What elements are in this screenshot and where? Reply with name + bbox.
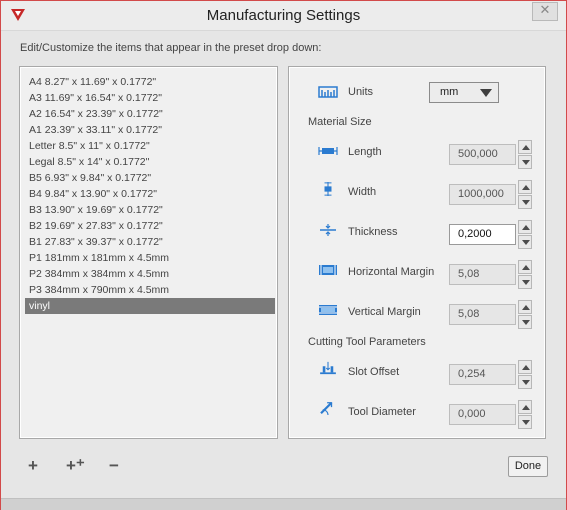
length-stepper[interactable] xyxy=(518,140,532,169)
preset-list-item[interactable]: A2 16.54" x 23.39" x 0.1772" xyxy=(25,106,275,122)
vertical-margin-increment-button[interactable] xyxy=(518,300,532,314)
settings-panel: Units mm Material Size Length 500,000 Wi… xyxy=(288,66,546,439)
manufacturing-settings-window: Manufacturing Settings ✕ Edit/Customize … xyxy=(0,0,567,510)
preset-list-item[interactable]: P2 384mm x 384mm x 4.5mm xyxy=(25,266,275,282)
units-dropdown[interactable]: mm xyxy=(429,82,499,103)
cutting-tool-header: Cutting Tool Parameters xyxy=(308,336,426,348)
preset-list-item[interactable]: A1 23.39" x 33.11" x 0.1772" xyxy=(25,122,275,138)
ruler-icon xyxy=(318,86,338,98)
length-increment-button[interactable] xyxy=(518,140,532,154)
vertical-margin-label: Vertical Margin xyxy=(348,306,421,318)
close-button[interactable]: ✕ xyxy=(532,2,558,21)
width-input[interactable]: 1000,000 xyxy=(449,184,516,205)
preset-list-item[interactable]: B2 19.69" x 27.83" x 0.1772" xyxy=(25,218,275,234)
vertical-margin-stepper[interactable] xyxy=(518,300,532,329)
vertical-margin-icon xyxy=(319,305,337,315)
preset-list-item[interactable]: A4 8.27" x 11.69" x 0.1772" xyxy=(25,74,275,90)
width-stepper[interactable] xyxy=(518,180,532,209)
tool-diameter-decrement-button[interactable] xyxy=(518,415,532,429)
thickness-decrement-button[interactable] xyxy=(518,235,532,249)
done-button[interactable]: Done xyxy=(508,456,548,477)
units-label: Units xyxy=(348,86,374,98)
thickness-input[interactable]: 0,2000 xyxy=(449,224,516,245)
preset-list-item[interactable]: Letter 8.5" x 11" x 0.1772" xyxy=(25,138,275,154)
title-bar[interactable]: Manufacturing Settings ✕ xyxy=(1,1,566,31)
material-size-header: Material Size xyxy=(308,116,372,128)
preset-list-panel: A4 8.27" x 11.69" x 0.1772" A3 11.69" x 1… xyxy=(19,66,278,439)
remove-preset-button[interactable]: − xyxy=(109,457,119,475)
width-icon xyxy=(324,182,332,196)
status-strip xyxy=(1,498,566,510)
instructions-text: Edit/Customize the items that appear in … xyxy=(20,42,322,54)
horizontal-margin-input[interactable]: 5,08 xyxy=(449,264,516,285)
horizontal-margin-icon xyxy=(319,265,337,275)
horizontal-margin-increment-button[interactable] xyxy=(518,260,532,274)
preset-list-item[interactable]: B5 6.93" x 9.84" x 0.1772" xyxy=(25,170,275,186)
vertical-margin-input[interactable]: 5,08 xyxy=(449,304,516,325)
slot-offset-increment-button[interactable] xyxy=(518,360,532,374)
vertical-margin-decrement-button[interactable] xyxy=(518,315,532,329)
preset-list-item[interactable]: B1 27.83" x 39.37" x 0.1772" xyxy=(25,234,275,250)
preset-list-item[interactable]: P3 384mm x 790mm x 4.5mm xyxy=(25,282,275,298)
preset-list: A4 8.27" x 11.69" x 0.1772" A3 11.69" x 1… xyxy=(25,74,275,314)
slot-offset-input[interactable]: 0,254 xyxy=(449,364,516,385)
slot-offset-stepper[interactable] xyxy=(518,360,532,389)
thickness-increment-button[interactable] xyxy=(518,220,532,234)
thickness-stepper[interactable] xyxy=(518,220,532,249)
chevron-down-icon xyxy=(480,89,492,97)
thickness-label: Thickness xyxy=(348,226,398,238)
preset-list-item[interactable]: A3 11.69" x 16.54" x 0.1772" xyxy=(25,90,275,106)
width-increment-button[interactable] xyxy=(518,180,532,194)
preset-list-item[interactable]: B4 9.84" x 13.90" x 0.1772" xyxy=(25,186,275,202)
preset-list-item[interactable]: Legal 8.5" x 14" x 0.1772" xyxy=(25,154,275,170)
horizontal-margin-decrement-button[interactable] xyxy=(518,275,532,289)
length-label: Length xyxy=(348,146,382,158)
slot-offset-icon xyxy=(320,361,336,375)
slot-offset-label: Slot Offset xyxy=(348,366,400,378)
width-label: Width xyxy=(348,186,377,198)
length-icon xyxy=(318,147,338,155)
tool-diameter-increment-button[interactable] xyxy=(518,400,532,414)
preset-list-item[interactable]: vinyl xyxy=(25,298,275,314)
horizontal-margin-stepper[interactable] xyxy=(518,260,532,289)
preset-list-item[interactable]: P1 181mm x 181mm x 4.5mm xyxy=(25,250,275,266)
add-preset-button[interactable]: + xyxy=(28,457,38,475)
width-decrement-button[interactable] xyxy=(518,195,532,209)
length-input[interactable]: 500,000 xyxy=(449,144,516,165)
horizontal-margin-label: Horizontal Margin xyxy=(348,266,435,278)
tool-diameter-input[interactable]: 0,000 xyxy=(449,404,516,425)
window-title: Manufacturing Settings xyxy=(206,7,361,24)
length-decrement-button[interactable] xyxy=(518,155,532,169)
tool-diameter-icon xyxy=(320,401,333,415)
add-copy-preset-button[interactable]: +⁺ xyxy=(66,457,85,475)
slot-offset-decrement-button[interactable] xyxy=(518,375,532,389)
preset-list-item[interactable]: B3 13.90" x 19.69" x 0.1772" xyxy=(25,202,275,218)
thickness-icon xyxy=(320,224,336,236)
tool-diameter-stepper[interactable] xyxy=(518,400,532,429)
units-value: mm xyxy=(440,86,459,98)
tool-diameter-label: Tool Diameter xyxy=(348,406,416,418)
